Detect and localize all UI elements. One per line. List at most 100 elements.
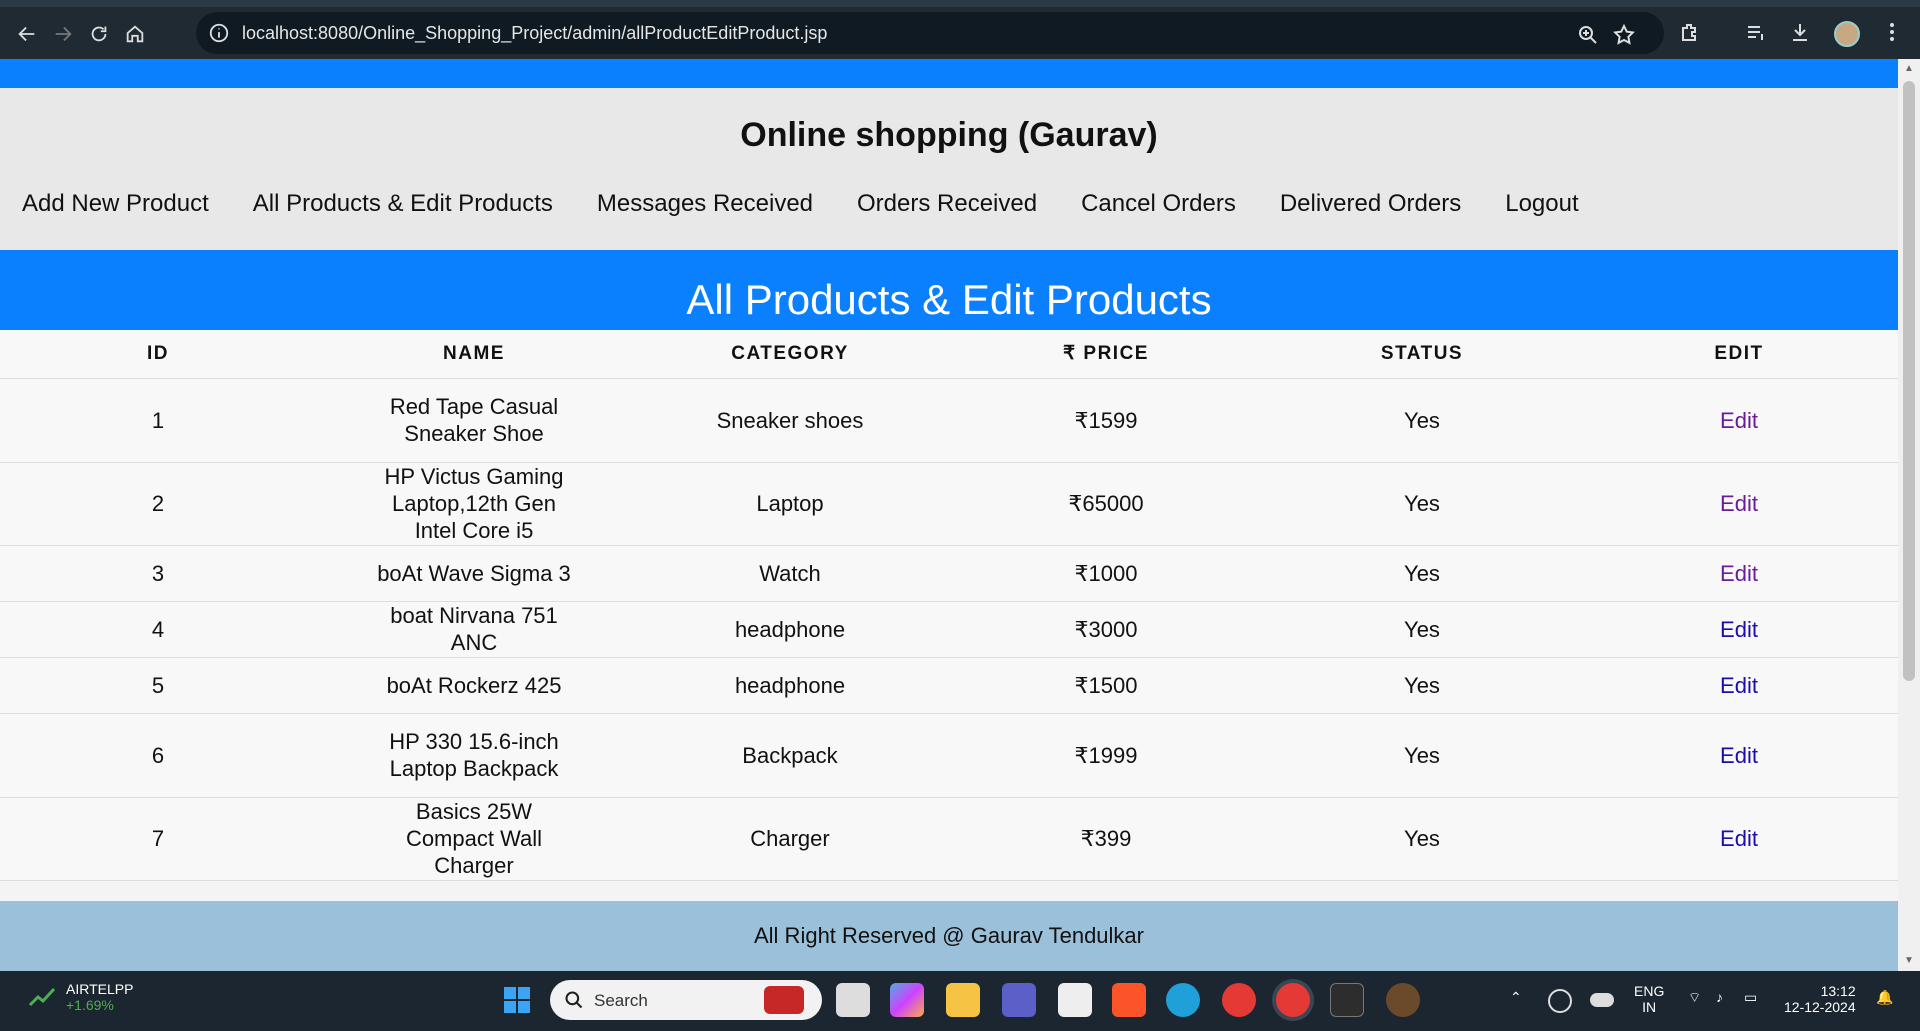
cell-category: Charger bbox=[632, 797, 948, 881]
terminal-icon[interactable] bbox=[1330, 983, 1364, 1017]
edit-link[interactable]: Edit bbox=[1720, 673, 1758, 698]
menu-icon[interactable] bbox=[1878, 18, 1906, 46]
stock-name: AIRTELPP bbox=[66, 981, 134, 997]
edit-link[interactable]: Edit bbox=[1720, 617, 1758, 642]
cell-category: headphone bbox=[632, 657, 948, 714]
edge-icon[interactable] bbox=[1166, 983, 1200, 1017]
cell-name: boAt Rockerz 425 bbox=[316, 657, 632, 714]
clock-date: 12-12-2024 bbox=[1784, 999, 1856, 1015]
nav-all-products[interactable]: All Products & Edit Products bbox=[253, 190, 553, 218]
chrome-icon[interactable] bbox=[1222, 983, 1256, 1017]
windows-taskbar: AIRTELPP +1.69% Search ⌃ ENG IN ⌔ ♪ ▭ 13… bbox=[0, 971, 1920, 1031]
edit-link[interactable]: Edit bbox=[1720, 491, 1758, 516]
nav-orders-received[interactable]: Orders Received bbox=[857, 190, 1037, 218]
table-row: 1 Red Tape Casual Sneaker Shoe Sneaker s… bbox=[0, 378, 1898, 463]
search-highlight-icon bbox=[764, 986, 804, 1014]
column-header-price: ₹ PRICE bbox=[948, 330, 1264, 379]
copilot-icon[interactable] bbox=[890, 983, 924, 1017]
table-row: 7 Basics 25W Compact Wall Charger Charge… bbox=[0, 797, 1898, 881]
cell-category: headphone bbox=[632, 601, 948, 658]
battery-icon[interactable]: ▭ bbox=[1744, 989, 1757, 1006]
cell-price: ₹399 bbox=[948, 797, 1264, 881]
table-row: 4 boat Nirvana 751 ANC headphone ₹3000 Y… bbox=[0, 601, 1898, 658]
page-banner: All Products & Edit Products bbox=[0, 250, 1898, 330]
cell-category: Laptop bbox=[632, 462, 948, 546]
cell-status: Yes bbox=[1264, 378, 1580, 463]
main-nav: Add New Product All Products & Edit Prod… bbox=[22, 190, 1623, 218]
cell-name: boat Nirvana 751 ANC bbox=[316, 601, 632, 658]
address-bar[interactable]: localhost:8080/Online_Shopping_Project/a… bbox=[196, 12, 1664, 54]
url-text: localhost:8080/Online_Shopping_Project/a… bbox=[242, 23, 828, 43]
cell-name: HP Victus Gaming Laptop,12th Gen Intel C… bbox=[316, 462, 632, 546]
volume-icon[interactable]: ♪ bbox=[1716, 989, 1723, 1005]
search-placeholder: Search bbox=[594, 991, 648, 1010]
file-explorer-icon[interactable] bbox=[946, 983, 980, 1017]
table-row: 3 boAt Wave Sigma 3 Watch ₹1000 Yes Edit bbox=[0, 545, 1898, 602]
nav-add-new-product[interactable]: Add New Product bbox=[22, 190, 209, 218]
stock-widget[interactable]: AIRTELPP +1.69% bbox=[28, 981, 133, 1013]
start-icon[interactable] bbox=[500, 983, 534, 1017]
nav-cancel-orders[interactable]: Cancel Orders bbox=[1081, 190, 1236, 218]
site-info-icon[interactable] bbox=[208, 22, 230, 44]
task-view-icon[interactable] bbox=[836, 983, 870, 1017]
store-icon[interactable] bbox=[1058, 983, 1092, 1017]
onedrive-icon[interactable] bbox=[1590, 993, 1614, 1007]
bookmark-star-icon[interactable] bbox=[1612, 23, 1636, 47]
extensions-icon[interactable] bbox=[1676, 18, 1704, 46]
stock-change: +1.69% bbox=[66, 997, 114, 1013]
taskbar-search[interactable]: Search bbox=[550, 980, 822, 1020]
clock[interactable]: 13:12 12-12-2024 bbox=[1784, 983, 1856, 1015]
forward-icon[interactable] bbox=[48, 19, 78, 49]
edit-link[interactable]: Edit bbox=[1720, 826, 1758, 851]
brave-icon[interactable] bbox=[1112, 983, 1146, 1017]
scroll-up-arrow-icon[interactable]: ▲ bbox=[1904, 63, 1914, 74]
cell-id: 6 bbox=[0, 713, 316, 798]
page-heading: All Products & Edit Products bbox=[686, 276, 1212, 323]
zoom-icon[interactable] bbox=[1576, 23, 1600, 47]
cell-name: HP 330 15.6-inch Laptop Backpack bbox=[316, 713, 632, 798]
table-row: 5 boAt Rockerz 425 headphone ₹1500 Yes E… bbox=[0, 657, 1898, 714]
cell-edit: Edit bbox=[1580, 545, 1898, 602]
back-icon[interactable] bbox=[12, 19, 42, 49]
column-header-edit: EDIT bbox=[1580, 330, 1898, 379]
browser-toolbar: localhost:8080/Online_Shopping_Project/a… bbox=[0, 0, 1920, 59]
settings-gear-icon[interactable] bbox=[1386, 983, 1420, 1017]
scroll-thumb[interactable] bbox=[1903, 81, 1915, 681]
column-header-name: NAME bbox=[316, 330, 632, 379]
notification-bell-icon[interactable]: 🔔 bbox=[1876, 989, 1893, 1006]
language-indicator[interactable]: ENG IN bbox=[1634, 983, 1664, 1015]
profile-avatar[interactable] bbox=[1834, 21, 1860, 47]
nav-messages-received[interactable]: Messages Received bbox=[597, 190, 813, 218]
tray-chevron-icon[interactable]: ⌃ bbox=[1510, 989, 1522, 1006]
home-icon[interactable] bbox=[120, 19, 150, 49]
scroll-down-arrow-icon[interactable]: ▼ bbox=[1904, 955, 1914, 966]
cell-name: Basics 25W Compact Wall Charger bbox=[316, 797, 632, 881]
column-header-status: STATUS bbox=[1264, 330, 1580, 379]
chrome-active-icon[interactable] bbox=[1276, 983, 1310, 1017]
clock-time: 13:12 bbox=[1820, 983, 1856, 999]
cell-name: Red Tape Casual Sneaker Shoe bbox=[316, 378, 632, 463]
cell-edit: Edit bbox=[1580, 657, 1898, 714]
cell-id: 5 bbox=[0, 657, 316, 714]
edit-link[interactable]: Edit bbox=[1720, 561, 1758, 586]
edit-link[interactable]: Edit bbox=[1720, 408, 1758, 433]
download-icon[interactable] bbox=[1786, 18, 1814, 46]
reload-icon[interactable] bbox=[84, 19, 114, 49]
table-row: 6 HP 330 15.6-inch Laptop Backpack Backp… bbox=[0, 713, 1898, 798]
reading-list-icon[interactable] bbox=[1742, 18, 1770, 46]
nav-logout[interactable]: Logout bbox=[1505, 190, 1578, 218]
cell-category: Watch bbox=[632, 545, 948, 602]
cell-price: ₹3000 bbox=[948, 601, 1264, 658]
teams-icon[interactable] bbox=[1002, 983, 1036, 1017]
table-row: 2 HP Victus Gaming Laptop,12th Gen Intel… bbox=[0, 462, 1898, 546]
edit-link[interactable]: Edit bbox=[1720, 743, 1758, 768]
cell-category: Sneaker shoes bbox=[632, 378, 948, 463]
stock-trend-icon bbox=[28, 987, 56, 1007]
cell-status: Yes bbox=[1264, 545, 1580, 602]
wifi-icon[interactable]: ⌔ bbox=[1688, 989, 1701, 1007]
vertical-scrollbar[interactable]: ▲ ▼ bbox=[1898, 59, 1920, 971]
cell-price: ₹1000 bbox=[948, 545, 1264, 602]
nav-delivered-orders[interactable]: Delivered Orders bbox=[1280, 190, 1461, 218]
cell-status: Yes bbox=[1264, 462, 1580, 546]
sync-icon[interactable] bbox=[1548, 989, 1572, 1013]
